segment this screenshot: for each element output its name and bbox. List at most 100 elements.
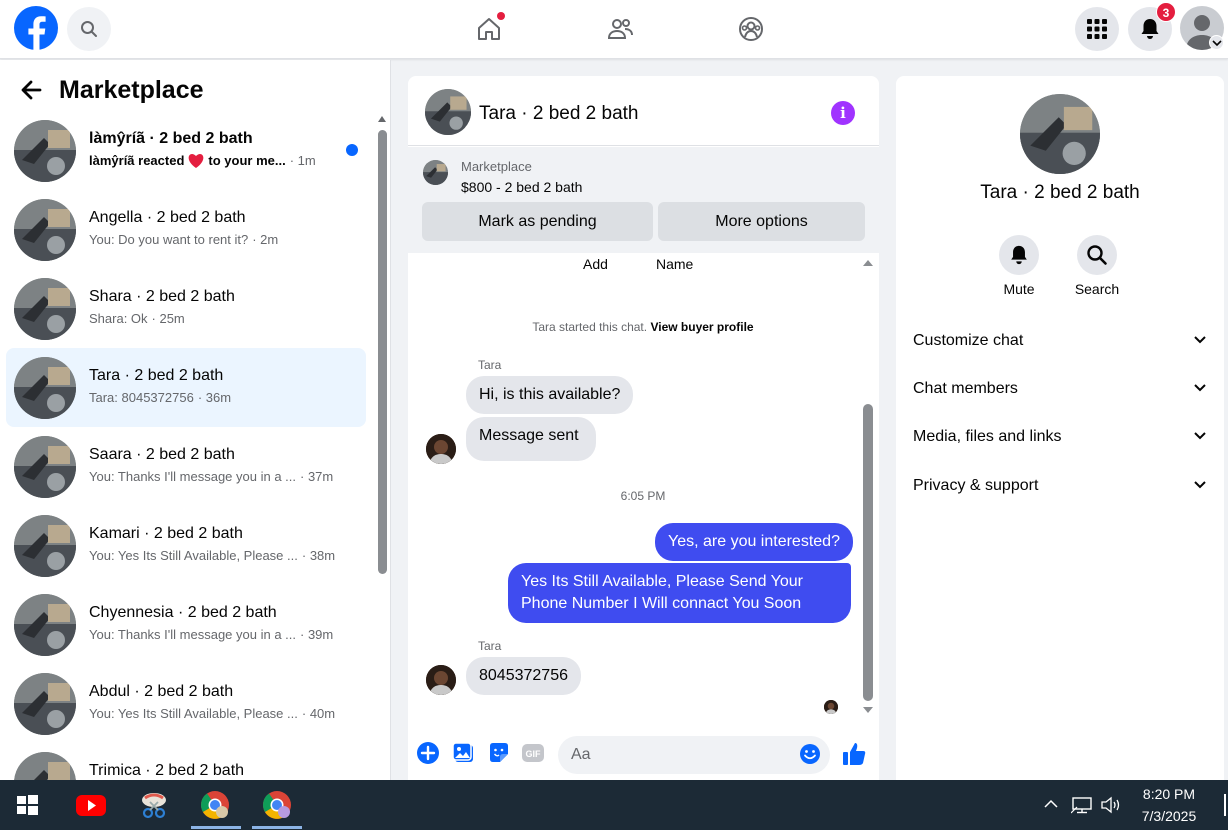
conversation-preview: You: Yes Its Still Available, Please ...… [89, 706, 336, 721]
conversation-avatar [14, 436, 76, 498]
clock-date[interactable]: 7/3/2025 [1133, 808, 1205, 824]
active-app-indicator [191, 826, 241, 829]
conversation-item[interactable]: Saara · 2 bed 2 bath You: Thanks I'll me… [6, 427, 366, 506]
conversation-item[interactable]: làmŷríã · 2 bed 2 bath làmŷríã reacted t… [6, 111, 366, 190]
active-app-indicator [252, 826, 302, 829]
conversation-avatar [14, 515, 76, 577]
sidebar-scrollbar-thumb[interactable] [378, 130, 387, 574]
privacy-support-section[interactable]: Privacy & support [913, 471, 1213, 501]
account-chevron-down-icon[interactable] [1209, 35, 1224, 50]
more-options-button[interactable]: More options [658, 202, 865, 241]
mute-button[interactable]: Mute [979, 235, 1059, 297]
gif-label: GIF [526, 749, 542, 759]
friends-icon[interactable] [600, 10, 640, 48]
conversation-name: Chyennesia · 2 bed 2 bath [89, 604, 277, 621]
outgoing-message[interactable]: Yes, are you interested? [655, 523, 853, 561]
chat-members-section[interactable]: Chat members [913, 374, 1213, 404]
menu-grid-icon[interactable] [1075, 7, 1119, 51]
network-icon[interactable] [1070, 796, 1093, 819]
bell-icon [999, 235, 1039, 275]
media-files-links-section[interactable]: Media, files and links [913, 422, 1213, 452]
message-input[interactable] [558, 736, 830, 774]
photo-gallery-icon[interactable] [452, 741, 476, 765]
home-icon[interactable] [469, 10, 509, 48]
conversation-avatar [14, 120, 76, 182]
conversation-preview: You: Do you want to rent it? · 2m [89, 232, 279, 247]
search-label: Search [1074, 281, 1120, 297]
chevron-down-icon [1194, 384, 1206, 392]
message-timestamp: 6:05 PM [620, 489, 666, 503]
chat-scrollbar-thumb[interactable] [863, 404, 873, 701]
conversation-name: Saara · 2 bed 2 bath [89, 446, 235, 463]
conversation-item[interactable]: Abdul · 2 bed 2 bath You: Yes Its Still … [6, 664, 366, 743]
chrome-profile-icon[interactable] [260, 788, 294, 822]
info-icon[interactable]: i [831, 101, 855, 125]
conversation-list: làmŷríã · 2 bed 2 bath làmŷríã reacted t… [6, 111, 366, 780]
show-desktop-edge[interactable] [1224, 794, 1226, 816]
conversation-item[interactable]: Chyennesia · 2 bed 2 bath You: Thanks I'… [6, 585, 366, 664]
youtube-icon[interactable] [74, 788, 108, 822]
unread-indicator-dot [346, 144, 358, 156]
clock-time[interactable]: 8:20 PM [1133, 786, 1205, 802]
conversation-item[interactable]: Shara · 2 bed 2 bath Shara: Ok · 25m [6, 269, 366, 348]
conversation-preview: You: Yes Its Still Available, Please ...… [89, 548, 336, 563]
listing-thumbnail[interactable] [423, 160, 448, 185]
search-icon[interactable] [67, 7, 111, 51]
chrome-icon[interactable] [198, 788, 232, 822]
conversation-preview: You: Thanks I'll message you in a ... · 3… [89, 627, 334, 642]
conversation-preview: làmŷríã reacted to your me... · 1m [89, 153, 316, 172]
conversation-avatar [14, 278, 76, 340]
sidebar-scroll-up-arrow[interactable] [378, 116, 386, 122]
conversation-item[interactable]: Kamari · 2 bed 2 bath You: Yes Its Still… [6, 506, 366, 585]
search-in-chat-button[interactable]: Search [1057, 235, 1137, 297]
conversation-preview: You: Thanks I'll message you in a ... · 3… [89, 469, 334, 484]
chevron-down-icon [1194, 481, 1206, 489]
contact-avatar[interactable] [1020, 94, 1100, 174]
home-notification-dot [497, 12, 505, 20]
mute-label: Mute [1003, 281, 1035, 297]
chat-header-avatar[interactable] [425, 89, 471, 135]
view-buyer-profile-link[interactable]: View buyer profile [650, 320, 753, 334]
partial-add-label: Add [583, 256, 608, 272]
conversation-name: làmŷríã · 2 bed 2 bath [89, 130, 253, 147]
emoji-icon[interactable] [799, 743, 821, 770]
listing-price[interactable]: $800 - 2 bed 2 bath [461, 179, 582, 195]
customize-chat-section[interactable]: Customize chat [913, 326, 1213, 356]
conversation-item-active[interactable]: Tara · 2 bed 2 bath Tara: 8045372756 · 36… [6, 348, 366, 427]
facebook-logo-icon[interactable] [14, 6, 58, 50]
windows-start-icon[interactable] [10, 788, 44, 822]
chat-scroll-down-arrow[interactable] [863, 707, 873, 713]
show-hidden-icons-chevron-up-icon[interactable] [1043, 796, 1059, 817]
sender-name: Tara [478, 639, 502, 653]
windows-taskbar: 8:20 PM 7/3/2025 [0, 780, 1228, 830]
volume-icon[interactable] [1100, 796, 1122, 819]
conversation-item[interactable]: Angella · 2 bed 2 bath You: Do you want … [6, 190, 366, 269]
conversation-name: Abdul · 2 bed 2 bath [89, 683, 234, 700]
snipping-tool-icon[interactable] [137, 788, 171, 822]
mark-as-pending-button[interactable]: Mark as pending [422, 202, 653, 241]
conversation-avatar [14, 199, 76, 261]
chat-title[interactable]: Tara · 2 bed 2 bath [479, 103, 639, 125]
sidebar-title: Marketplace [59, 76, 204, 104]
plus-circle-icon[interactable] [416, 741, 440, 765]
gif-icon[interactable]: GIF [521, 741, 545, 765]
incoming-message[interactable]: Hi, is this available? [466, 376, 634, 414]
thumbs-up-icon[interactable] [841, 741, 867, 772]
sticker-icon[interactable] [487, 741, 511, 765]
back-arrow-icon[interactable] [18, 76, 46, 104]
conversation-item[interactable]: Trimica · 2 bed 2 bath [6, 743, 366, 780]
sender-avatar [426, 665, 456, 695]
top-navigation-bar: 3 [0, 0, 1228, 59]
incoming-message[interactable]: 8045372756 [466, 657, 581, 695]
groups-icon[interactable] [731, 10, 771, 48]
conversation-name: Angella · 2 bed 2 bath [89, 209, 246, 226]
seen-receipt-avatar [824, 700, 838, 714]
chat-scroll-up-arrow[interactable] [863, 260, 873, 266]
chevron-down-icon [1194, 432, 1206, 440]
conversation-avatar [14, 673, 76, 735]
outgoing-message[interactable]: Yes Its Still Available, Please Send You… [508, 563, 851, 623]
sender-avatar [426, 434, 456, 464]
incoming-message[interactable]: Message sent [466, 417, 596, 461]
conversation-preview: Shara: Ok · 25m [89, 311, 185, 326]
conversation-name: Shara · 2 bed 2 bath [89, 288, 235, 305]
